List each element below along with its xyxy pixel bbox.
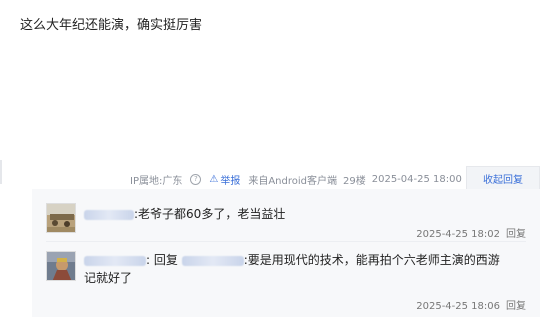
client-source: 来自Android客户端 [248, 176, 337, 187]
avatar-image [47, 252, 75, 280]
reply-time: 2025-4-25 18:02 回复 [416, 225, 526, 240]
reply-content: : 回复 :要是用现代的技术，能再拍个六老师主演的西游 记就好了 [84, 251, 504, 287]
blurred-username[interactable] [84, 209, 134, 220]
post-datetime: 2025-04-25 18:00 [371, 174, 462, 185]
collapse-replies-button[interactable]: 收起回复 [466, 166, 540, 190]
reply-item: : 回复 :要是用现代的技术，能再拍个六老师主演的西游 记就好了 2025-4-… [32, 241, 540, 317]
reply-timestamp: 2025-4-25 18:06 [416, 301, 500, 312]
reply-content: :老爷子都60多了，老当益壮 [84, 205, 285, 223]
reply-timestamp: 2025-4-25 18:02 [416, 229, 500, 240]
post-content: 这么大年纪还能演，确实挺厉害 [20, 18, 203, 33]
avatar-image [47, 204, 75, 232]
avatar[interactable] [46, 203, 76, 233]
reply-list: :老爷子都60多了，老当益壮 2025-4-25 18:02 回复 : 回复 :要… [32, 189, 540, 317]
avatar[interactable] [46, 251, 76, 281]
reply-text: :要是用现代的技术，能再拍个六老师主演的西游 [243, 253, 500, 267]
reply-time: 2025-4-25 18:06 回复 [416, 297, 526, 312]
warning-icon[interactable]: ⚠ [209, 174, 218, 185]
divider [0, 160, 2, 184]
floor-number: 29楼 [343, 176, 366, 187]
reply-button[interactable]: 回复 [506, 301, 526, 312]
reply-text: :老爷子都60多了，老当益壮 [134, 207, 286, 221]
blurred-mention[interactable] [181, 255, 244, 266]
reply-item: :老爷子都60多了，老当益壮 2025-4-25 18:02 回复 [32, 189, 540, 243]
reply-button[interactable]: 回复 [506, 229, 526, 240]
ip-location: IP属地:广东 [130, 176, 183, 187]
post-meta: IP属地:广东 ? ⚠ 举报 来自Android客户端 29楼 2025-04-… [130, 172, 462, 187]
reply-text-continued: 记就好了 [84, 271, 133, 285]
reply-prefix: : 回复 [146, 253, 178, 267]
blurred-username[interactable] [84, 255, 146, 266]
help-icon[interactable]: ? [190, 174, 202, 185]
report-link[interactable]: 举报 [220, 172, 240, 187]
